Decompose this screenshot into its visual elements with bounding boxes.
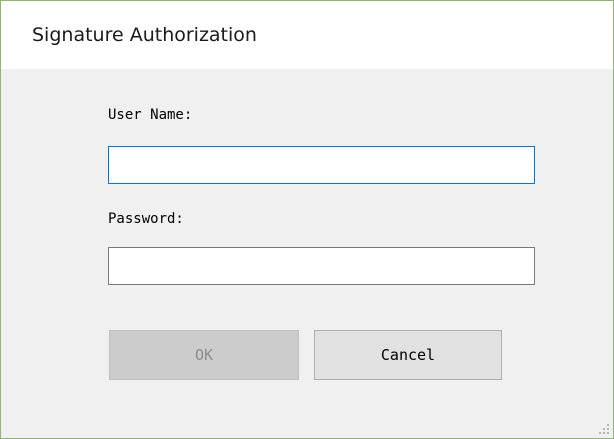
resize-grip-icon[interactable]	[598, 423, 610, 435]
cancel-button[interactable]: Cancel	[314, 330, 502, 380]
signature-authorization-dialog: Signature Authorization User Name: Passw…	[0, 0, 614, 439]
ok-button[interactable]: OK	[109, 330, 299, 380]
title-bar[interactable]: Signature Authorization	[1, 1, 613, 69]
password-input[interactable]	[108, 247, 535, 285]
username-input[interactable]	[108, 146, 535, 184]
username-label: User Name:	[108, 107, 193, 123]
password-label: Password:	[108, 211, 184, 227]
dialog-title: Signature Authorization	[32, 24, 257, 46]
